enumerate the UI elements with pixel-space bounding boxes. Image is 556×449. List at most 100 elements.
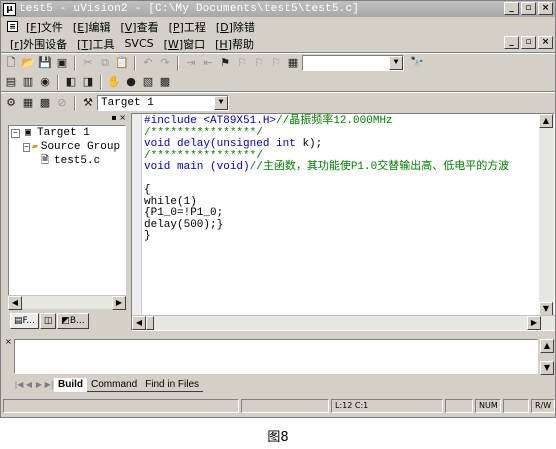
code-token: void delay( [144,138,217,150]
file-toolbar: 🗋 📂 💾 ▣ ✂ ⧉ 📋 ↶ ↷ ⇥ ⇤ ⚑ ⚐ ⚐ ⚐ ▦ ▼ 🔭 [3,54,425,72]
figure-caption: 图8 [267,430,289,445]
indent-icon[interactable]: ⇥ [183,55,199,71]
next-tab-icon[interactable]: ▶ [34,379,44,391]
workspace-toggle-icon[interactable]: ◧ [63,74,79,90]
tab-regs[interactable]: ◫ [39,313,57,329]
output-toggle-icon[interactable]: ◨ [80,74,96,90]
status-bar: L:12 C:1 NUM R/W [1,399,555,415]
editor-vscrollbar[interactable]: ▲ ▼ [539,114,554,316]
menu-project[interactable]: [P]工程 [164,19,211,35]
scroll-up-icon[interactable]: ▲ [540,339,554,353]
scroll-down-icon[interactable]: ▼ [539,302,553,316]
chevron-down-icon[interactable]: ▼ [214,96,228,110]
code-line[interactable] [144,174,509,186]
menu-peripherals[interactable]: [r]外围设备 [5,36,72,52]
code-line[interactable]: delay(500);} [144,219,509,232]
logic-analyzer-icon[interactable]: ▩ [157,74,173,90]
code-line[interactable]: void main (void)//主函数，其功能使P1.0交替输出高、低电平的… [144,161,509,174]
app-icon[interactable]: μ [3,2,16,16]
code-text[interactable]: #include <AT89X51.H>//晶振频率12.000MHz /****… [144,115,509,243]
doc-minimize-icon[interactable]: _ [504,36,519,49]
memory-window-icon[interactable]: ▤ [3,74,19,90]
code-line[interactable]: { [144,184,509,197]
chevron-down-icon[interactable]: ▼ [389,56,403,70]
prev-tab-icon[interactable]: ◀ [24,379,34,391]
copy-icon[interactable]: ⧉ [97,55,113,71]
save-icon[interactable]: 💾 [37,55,53,71]
status-message [3,399,239,413]
scroll-left-icon[interactable]: ◀ [8,296,22,310]
tab-command[interactable]: Command [87,378,142,392]
find-icon[interactable]: ▦ [285,55,301,71]
minimize-icon[interactable]: _ [504,2,519,15]
unindent-icon[interactable]: ⇤ [200,55,216,71]
collapse-icon[interactable]: − [23,142,30,152]
scroll-down-icon[interactable]: ▼ [540,361,554,375]
close-icon[interactable]: × [538,2,553,15]
open-file-icon[interactable]: 📂 [20,55,36,71]
close-icon[interactable]: ▪ × [111,113,126,122]
redo-icon[interactable]: ↷ [157,55,173,71]
first-tab-icon[interactable]: |◀ [14,379,24,391]
code-editor[interactable]: #include <AT89X51.H>//晶振频率12.000MHz /****… [131,113,555,331]
compile-icon[interactable]: ⚙ [3,95,19,111]
scroll-thumb[interactable] [146,316,154,330]
peripheral-icon[interactable]: ▧ [140,74,156,90]
menu-help[interactable]: [H]帮助 [210,36,259,52]
paste-icon[interactable]: 📋 [114,55,130,71]
find-in-files-icon[interactable]: 🔭 [409,55,425,71]
close-icon[interactable]: × [5,337,12,346]
restore-icon[interactable]: ▫ [521,2,536,15]
watch-window-icon[interactable]: ◉ [37,74,53,90]
collapse-icon[interactable]: − [11,128,20,138]
code-token: unsigned int [216,138,296,150]
cut-icon[interactable]: ✂ [80,55,96,71]
options-icon[interactable]: ⚒ [80,95,96,111]
menu-svcs[interactable]: SVCS [119,37,158,50]
prev-bookmark-icon[interactable]: ⚐ [234,55,250,71]
bookmark-icon[interactable]: ⚑ [217,55,233,71]
menu-edit[interactable]: [E]编辑 [68,19,116,35]
new-file-icon[interactable]: 🗋 [3,55,19,71]
editor-hscrollbar[interactable]: ◀ ▶ [132,315,555,330]
menu-tools[interactable]: [T]工具 [72,36,119,52]
breakpoint-icon[interactable]: ● [123,74,139,90]
find-combo[interactable]: ▼ [302,55,404,71]
document-icon[interactable]: ≡ [7,21,18,32]
tree-item-file[interactable]: 🗎 test5.c [9,154,125,168]
rebuild-icon[interactable]: ▩ [37,95,53,111]
scroll-up-icon[interactable]: ▲ [539,114,553,128]
scroll-left-icon[interactable]: ◀ [132,316,146,330]
workspace-header: ▪ × [4,113,128,123]
tree-item-group[interactable]: − ▰ Source Group 1 [9,140,125,154]
scroll-right-icon[interactable]: ▶ [112,296,126,310]
menu-view[interactable]: [V]查看 [115,19,163,35]
save-all-icon[interactable]: ▣ [54,55,70,71]
tab-books[interactable]: ◩B... [57,313,89,329]
doc-restore-icon[interactable]: ▫ [521,36,536,49]
output-text[interactable] [14,339,538,374]
menu-file[interactable]: [F]文件 [21,19,68,35]
tab-find-in-files[interactable]: Find in Files [141,378,204,392]
last-tab-icon[interactable]: ▶| [44,379,54,391]
undo-icon[interactable]: ↶ [140,55,156,71]
tree-item-target[interactable]: − ▣ Target 1 [9,126,125,140]
title-bar[interactable]: μ test5 - uVision2 - [C:\My Documents\te… [1,1,555,17]
menu-debug[interactable]: [D]除错 [211,19,260,35]
target-combo[interactable]: Target 1 ▼ [97,95,229,111]
code-line[interactable]: } [144,230,509,243]
separator [134,55,136,71]
serial-window-icon[interactable]: ▥ [20,74,36,90]
build-icon[interactable]: ▦ [20,95,36,111]
output-vscrollbar[interactable]: ▲ ▼ [540,339,554,376]
clear-bookmarks-icon[interactable]: ⚐ [268,55,284,71]
next-bookmark-icon[interactable]: ⚐ [251,55,267,71]
doc-close-icon[interactable]: × [538,36,553,49]
stop-build-icon[interactable]: ⊘ [54,95,70,111]
menu-window[interactable]: [W]窗口 [159,36,210,52]
hand-icon[interactable]: ✋ [106,74,122,90]
tab-files[interactable]: ▤F... [10,313,39,329]
scroll-right-icon[interactable]: ▶ [527,316,541,330]
tab-build[interactable]: Build [54,378,87,392]
workspace-hscrollbar[interactable]: ◀ ▶ [8,295,126,310]
